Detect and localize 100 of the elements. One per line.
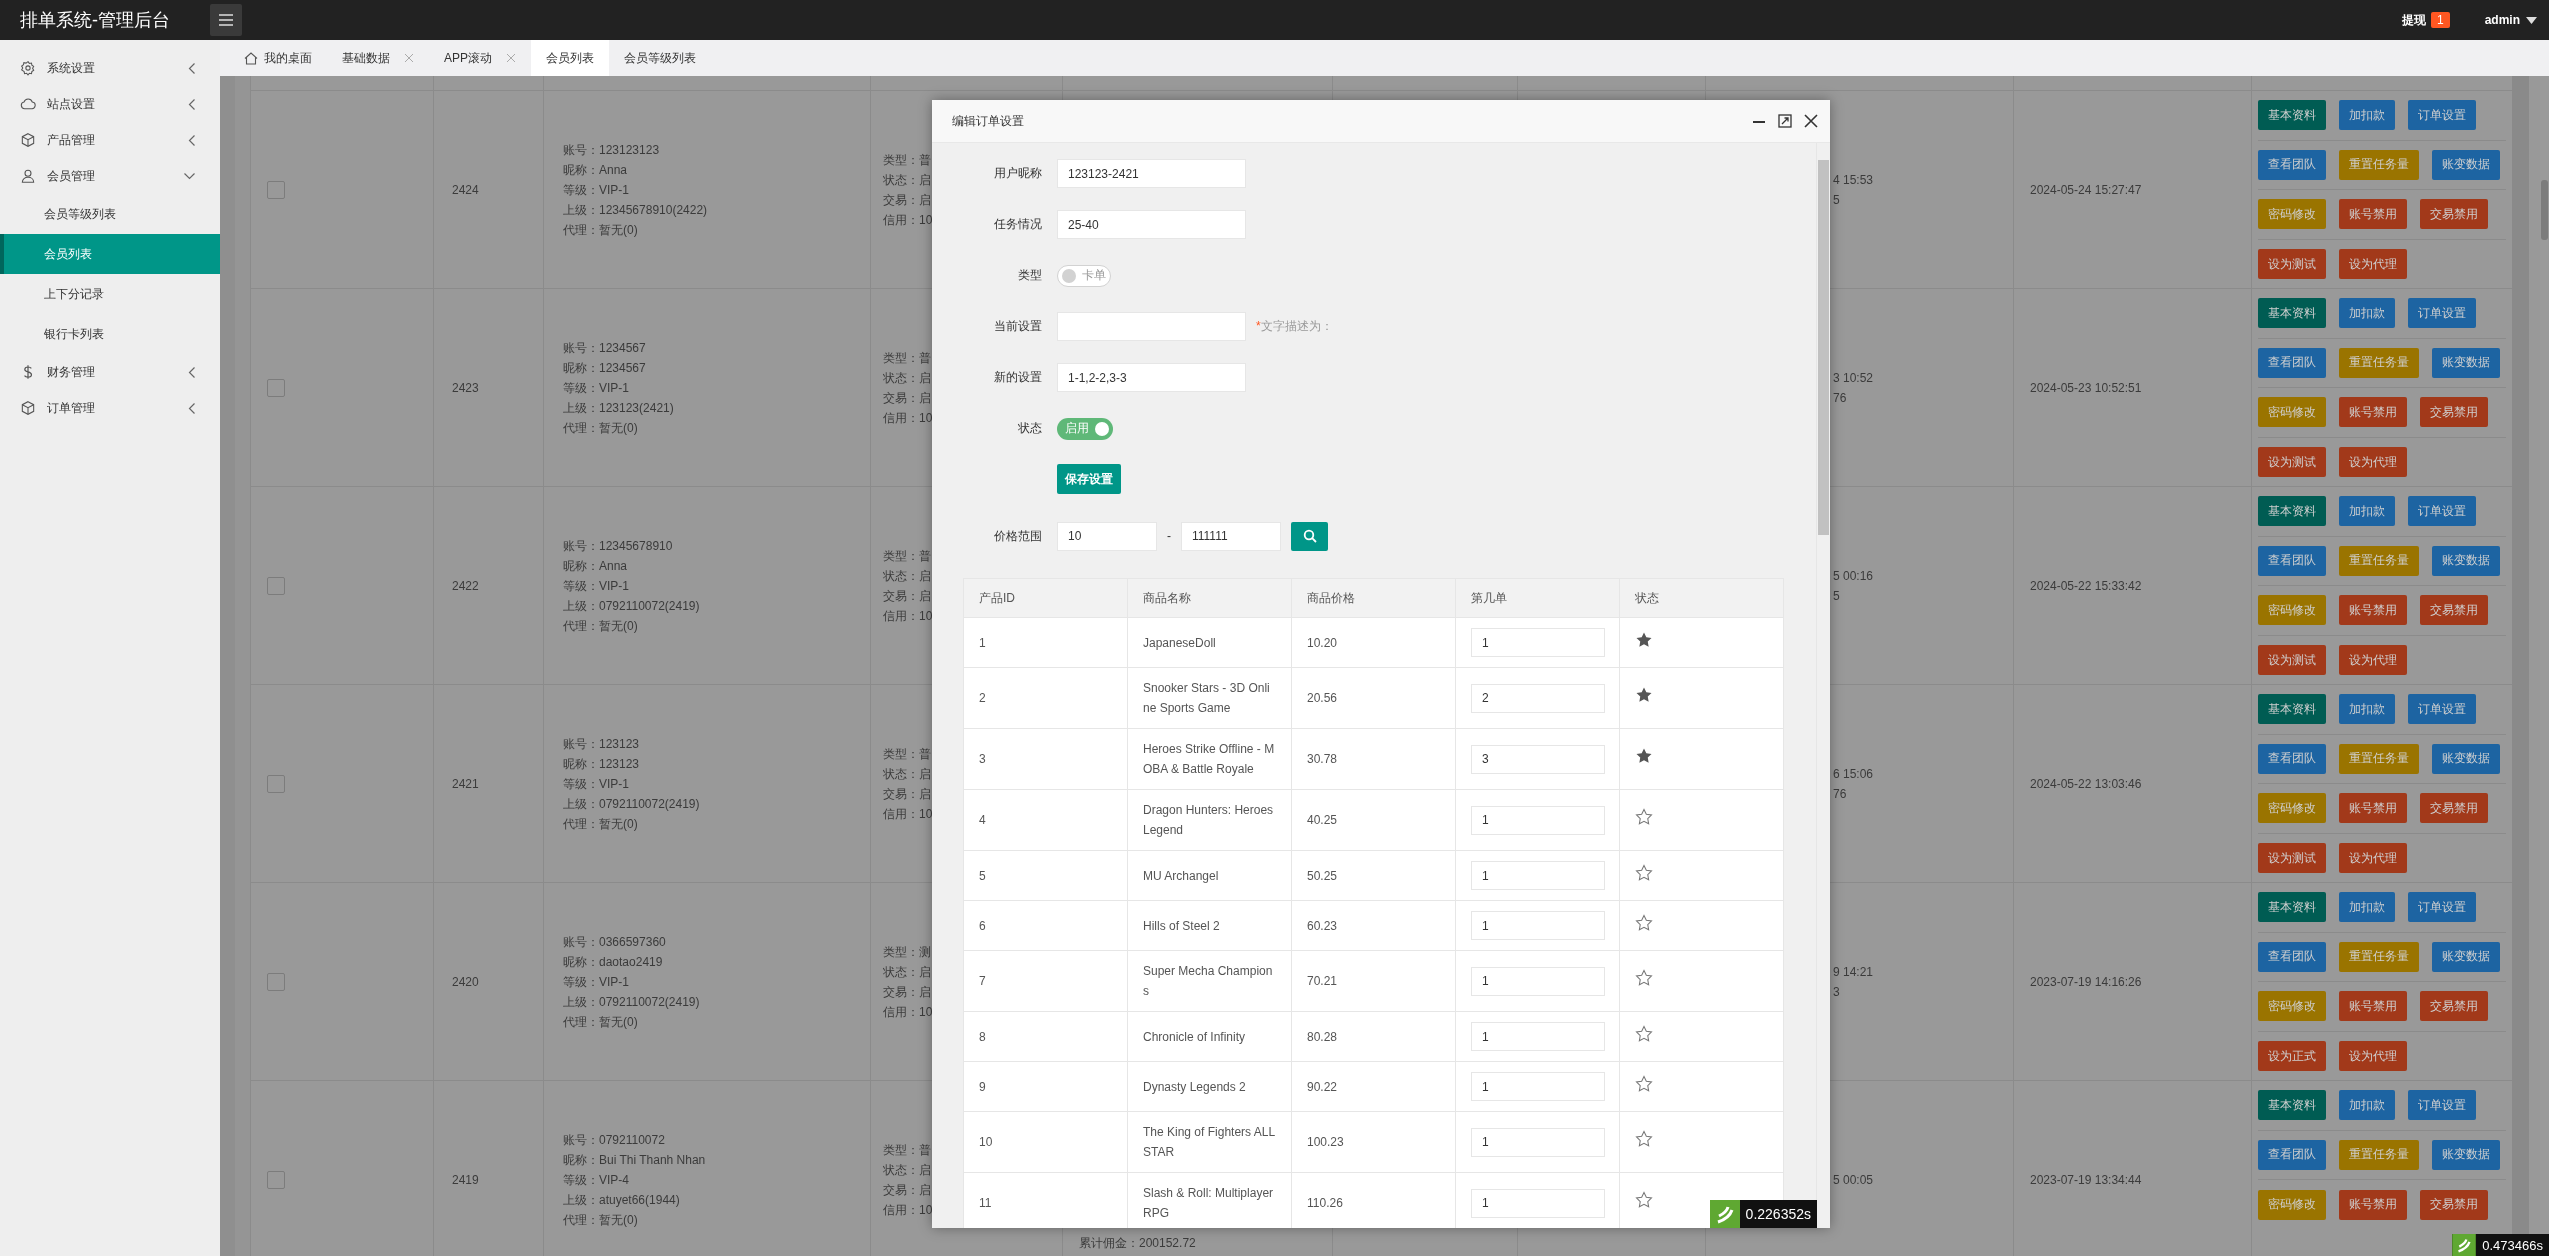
input-field[interactable]: 25-40 <box>1057 210 1246 239</box>
order-number-field[interactable]: 2 <box>1471 683 1605 713</box>
scrollbar-thumb[interactable] <box>1818 160 1829 535</box>
min-price-field[interactable]: 10 <box>1057 521 1157 551</box>
order-number-field[interactable]: 1 <box>1471 966 1605 996</box>
action-button[interactable]: 加扣款 <box>2339 892 2395 923</box>
action-button[interactable]: 查看团队 <box>2258 941 2326 972</box>
action-button[interactable]: 订单设置 <box>2408 694 2476 725</box>
action-button[interactable]: 账号禁用 <box>2339 793 2407 824</box>
order-number-field[interactable]: 1 <box>1471 628 1605 657</box>
action-button[interactable]: 密码修改 <box>2258 793 2326 824</box>
action-button[interactable]: 交易禁用 <box>2420 1189 2488 1220</box>
action-button[interactable]: 设为测试 <box>2258 447 2326 478</box>
action-button[interactable]: 账变数据 <box>2432 149 2500 180</box>
action-button[interactable]: 查看团队 <box>2258 545 2326 576</box>
checkbox[interactable] <box>267 378 285 397</box>
save-button[interactable]: 保存设置 <box>1057 464 1121 494</box>
order-number-field[interactable]: 1 <box>1471 805 1605 835</box>
action-button[interactable]: 重置任务量 <box>2339 545 2419 576</box>
tab[interactable]: 会员列表 <box>531 40 609 76</box>
action-button[interactable]: 重置任务量 <box>2339 347 2419 378</box>
action-button[interactable]: 加扣款 <box>2339 694 2395 725</box>
sidebar-item[interactable]: 站点设置 <box>0 86 220 122</box>
tab[interactable]: APP滚动 <box>429 40 531 76</box>
menu-button[interactable] <box>210 4 242 36</box>
action-button[interactable]: 账变数据 <box>2432 941 2500 972</box>
action-button[interactable]: 密码修改 <box>2258 1189 2326 1220</box>
submenu-item[interactable]: 会员等级列表 <box>0 194 220 234</box>
order-number-field[interactable]: 1 <box>1471 1072 1605 1101</box>
action-button[interactable]: 查看团队 <box>2258 149 2326 180</box>
action-button[interactable]: 加扣款 <box>2339 496 2395 527</box>
sidebar-item[interactable]: 产品管理 <box>0 122 220 158</box>
action-button[interactable]: 账号禁用 <box>2339 595 2407 626</box>
action-button[interactable]: 重置任务量 <box>2339 941 2419 972</box>
checkbox[interactable] <box>267 576 285 595</box>
action-button[interactable]: 账号禁用 <box>2339 199 2407 230</box>
submenu-item[interactable]: 会员列表 <box>0 234 220 274</box>
action-button[interactable]: 交易禁用 <box>2420 199 2488 230</box>
order-number-field[interactable]: 1 <box>1471 861 1605 890</box>
checkbox[interactable] <box>267 180 285 199</box>
tab[interactable]: 我的桌面 <box>229 40 327 76</box>
action-button[interactable]: 设为代理 <box>2339 447 2407 478</box>
action-button[interactable]: 基本资料 <box>2258 892 2326 923</box>
action-button[interactable]: 设为代理 <box>2339 1041 2407 1072</box>
star-icon[interactable] <box>1635 1191 1653 1209</box>
input-field[interactable]: 123123-2421 <box>1057 159 1246 188</box>
sidebar-item[interactable]: 系统设置 <box>0 50 220 86</box>
action-button[interactable]: 设为代理 <box>2339 843 2407 874</box>
action-button[interactable]: 密码修改 <box>2258 199 2326 230</box>
star-icon[interactable] <box>1635 1074 1653 1093</box>
action-button[interactable]: 账变数据 <box>2432 1139 2500 1170</box>
action-button[interactable]: 基本资料 <box>2258 694 2326 725</box>
action-button[interactable]: 订单设置 <box>2408 892 2476 923</box>
action-button[interactable]: 交易禁用 <box>2420 793 2488 824</box>
action-button[interactable]: 账号禁用 <box>2339 991 2407 1022</box>
star-icon[interactable] <box>1635 913 1653 932</box>
scrollbar-thumb[interactable] <box>2541 180 2548 240</box>
checkbox[interactable] <box>267 774 285 793</box>
action-button[interactable]: 密码修改 <box>2258 595 2326 626</box>
input-field[interactable] <box>1057 312 1246 341</box>
search-button[interactable] <box>1291 521 1328 551</box>
action-button[interactable]: 订单设置 <box>2408 100 2476 131</box>
action-button[interactable]: 查看团队 <box>2258 1139 2326 1170</box>
action-button[interactable]: 重置任务量 <box>2339 743 2419 774</box>
action-button[interactable]: 订单设置 <box>2408 1090 2476 1121</box>
close-icon[interactable] <box>1804 114 1818 128</box>
action-button[interactable]: 密码修改 <box>2258 991 2326 1022</box>
action-button[interactable]: 账号禁用 <box>2339 1189 2407 1220</box>
action-button[interactable]: 设为测试 <box>2258 249 2326 280</box>
action-button[interactable]: 查看团队 <box>2258 347 2326 378</box>
action-button[interactable]: 订单设置 <box>2408 298 2476 329</box>
action-button[interactable]: 订单设置 <box>2408 496 2476 527</box>
action-button[interactable]: 设为正式 <box>2258 1041 2326 1072</box>
user-menu[interactable]: admin <box>2484 13 2537 27</box>
maximize-icon[interactable] <box>1778 114 1792 128</box>
max-price-field[interactable]: 111111 <box>1181 521 1281 551</box>
order-number-field[interactable]: 3 <box>1471 744 1605 774</box>
order-number-field[interactable]: 1 <box>1471 1188 1605 1218</box>
action-button[interactable]: 交易禁用 <box>2420 991 2488 1022</box>
tab[interactable]: 会员等级列表 <box>609 40 711 76</box>
action-button[interactable]: 账号禁用 <box>2339 397 2407 428</box>
input-field[interactable]: 1-1,2-2,3-3 <box>1057 363 1246 392</box>
action-button[interactable]: 设为代理 <box>2339 645 2407 676</box>
star-icon[interactable] <box>1635 969 1653 987</box>
action-button[interactable]: 密码修改 <box>2258 397 2326 428</box>
action-button[interactable]: 设为代理 <box>2339 249 2407 280</box>
action-button[interactable]: 账变数据 <box>2432 743 2500 774</box>
action-button[interactable]: 基本资料 <box>2258 100 2326 131</box>
sidebar-item[interactable]: 订单管理 <box>0 390 220 426</box>
action-button[interactable]: 交易禁用 <box>2420 397 2488 428</box>
sidebar-item[interactable]: 财务管理 <box>0 354 220 390</box>
star-icon[interactable] <box>1635 863 1653 882</box>
tab[interactable]: 基础数据 <box>327 40 429 76</box>
filled-star-icon[interactable] <box>1635 686 1653 704</box>
action-button[interactable]: 设为测试 <box>2258 645 2326 676</box>
action-button[interactable]: 基本资料 <box>2258 298 2326 329</box>
action-button[interactable]: 查看团队 <box>2258 743 2326 774</box>
action-button[interactable]: 重置任务量 <box>2339 1139 2419 1170</box>
submenu-item[interactable]: 上下分记录 <box>0 274 220 314</box>
action-button[interactable]: 基本资料 <box>2258 496 2326 527</box>
